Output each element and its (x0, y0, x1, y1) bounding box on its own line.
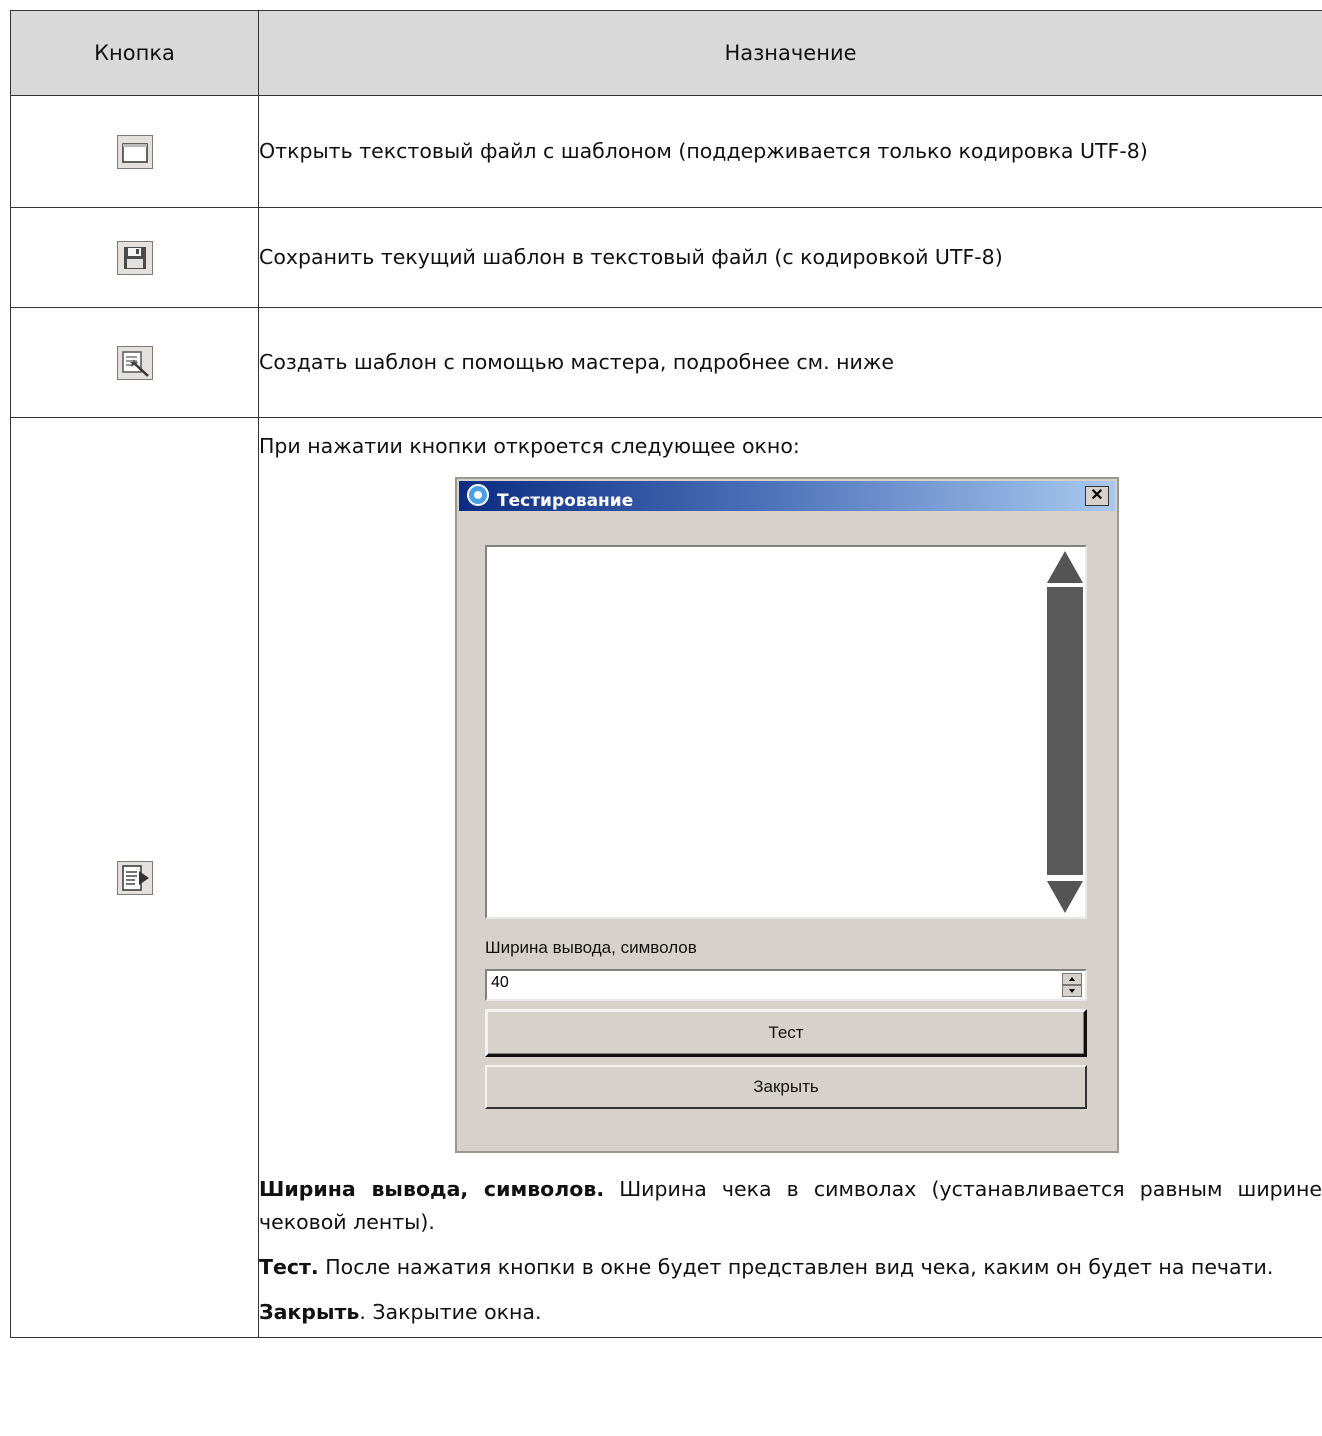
output-textarea[interactable] (485, 545, 1087, 919)
dialog-intro: При нажатии кнопки откроется следующее о… (259, 434, 800, 458)
table-row: При нажатии кнопки откроется следующее о… (10, 417, 1322, 1338)
column-header-purpose: Назначение (258, 10, 1322, 96)
note-term: Ширина вывода, символов. (259, 1177, 605, 1201)
note-close: Закрыть. Закрытие окна. (259, 1296, 1322, 1329)
note-text: . Закрытие окна. (359, 1300, 542, 1324)
width-input[interactable] (491, 974, 991, 992)
table-row: Создать шаблон с помощью мастера, подроб… (10, 307, 1322, 418)
table-row: Сохранить текущий шаблон в текстовый фай… (10, 207, 1322, 308)
dialog-title: Тестирование (497, 491, 634, 511)
table-row: Открыть текстовый файл с шаблоном (подде… (10, 95, 1322, 208)
scroll-thumb[interactable] (1047, 587, 1083, 875)
note-test: Тест. После нажатия кнопки в окне будет … (259, 1251, 1322, 1284)
buttons-table: Кнопка Назначение Открыть текстовый файл… (10, 10, 1322, 1338)
note-text: После нажатия кнопки в окне будет предст… (318, 1255, 1274, 1279)
row-description: При нажатии кнопки откроется следующее о… (258, 417, 1322, 1338)
spin-buttons[interactable] (1062, 973, 1082, 997)
close-icon[interactable]: ✕ (1085, 486, 1109, 506)
note-term: Закрыть (259, 1300, 360, 1324)
scroll-up-arrow-icon[interactable] (1047, 551, 1083, 583)
test-button[interactable]: Тест (485, 1009, 1087, 1057)
open-folder-icon (116, 134, 153, 169)
row-description: Сохранить текущий шаблон в текстовый фай… (258, 207, 1322, 308)
app-gear-icon (467, 484, 489, 506)
test-run-icon (116, 860, 153, 895)
icon-cell (10, 417, 259, 1338)
spin-down-arrow-icon[interactable] (1062, 985, 1082, 997)
row-description: Открыть текстовый файл с шаблоном (подде… (258, 95, 1322, 208)
row-description: Создать шаблон с помощью мастера, подроб… (258, 307, 1322, 418)
wizard-icon (116, 345, 153, 380)
width-label: Ширина вывода, символов (485, 938, 697, 957)
vertical-scrollbar[interactable] (1047, 551, 1083, 913)
icon-cell (10, 95, 259, 208)
testing-dialog: Тестирование ✕ Ширина вывода, символов 4… (455, 477, 1119, 1153)
icon-cell (10, 307, 259, 418)
scroll-down-arrow-icon[interactable] (1047, 881, 1083, 913)
close-button[interactable]: Закрыть (485, 1065, 1087, 1109)
column-header-button: Кнопка (10, 10, 259, 96)
table-header-row: Кнопка Назначение (10, 10, 1322, 96)
width-spinbox[interactable] (485, 969, 1087, 1001)
icon-cell (10, 207, 259, 308)
save-disk-icon (116, 240, 153, 275)
spin-up-arrow-icon[interactable] (1062, 973, 1082, 985)
dialog-titlebar: Тестирование ✕ (459, 481, 1115, 511)
note-term: Тест. (259, 1255, 319, 1279)
note-width: Ширина вывода, символов. Ширина чека в с… (259, 1173, 1322, 1239)
